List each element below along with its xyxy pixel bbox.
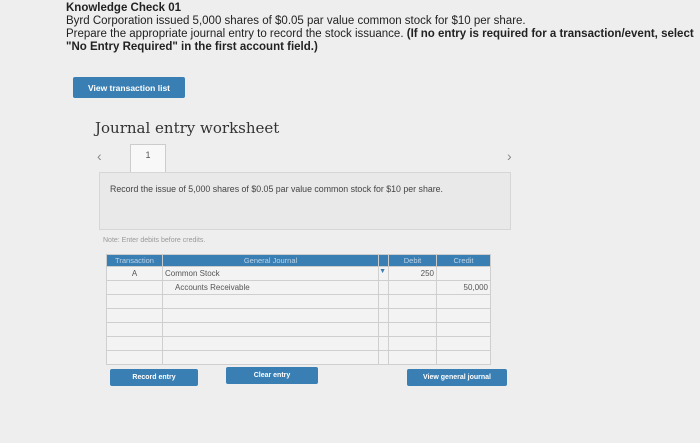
chevron-down-icon: ▼ — [379, 268, 387, 275]
account-dropdown[interactable]: ▼ — [378, 266, 389, 281]
transaction-cell — [106, 322, 163, 337]
question-text: Byrd Corporation issued 5,000 shares of … — [66, 15, 526, 27]
table-row — [106, 322, 491, 337]
account-dropdown[interactable] — [378, 294, 389, 309]
account-dropdown[interactable] — [378, 308, 389, 323]
account-select[interactable] — [162, 294, 379, 309]
prompt-text: Prepare the appropriate journal entry to… — [66, 28, 404, 40]
question-title: Knowledge Check 01 — [66, 2, 182, 14]
record-entry-button[interactable]: Record entry — [110, 369, 198, 386]
table-row: Accounts Receivable 50,000 — [106, 280, 491, 295]
table-row — [106, 336, 491, 351]
transaction-cell — [106, 294, 163, 309]
question-instructions: Prepare the appropriate journal entry to… — [66, 28, 696, 54]
account-select[interactable] — [162, 322, 379, 337]
account-select[interactable]: Accounts Receivable — [162, 280, 379, 295]
credit-input[interactable] — [436, 308, 491, 323]
table-row — [106, 294, 491, 309]
debit-input[interactable] — [388, 294, 437, 309]
transaction-cell — [106, 280, 163, 295]
clear-entry-button[interactable]: Clear entry — [226, 367, 318, 384]
transaction-cell — [106, 350, 163, 365]
journal-header-row: Transaction General Journal Debit Credit — [106, 254, 491, 267]
debit-input[interactable] — [388, 308, 437, 323]
transaction-cell: A — [106, 266, 163, 281]
account-dropdown[interactable] — [378, 336, 389, 351]
chevron-left-icon[interactable]: ‹ — [97, 148, 102, 164]
credit-input[interactable] — [436, 350, 491, 365]
account-select[interactable] — [162, 308, 379, 323]
transaction-description: Record the issue of 5,000 shares of $0.0… — [110, 184, 444, 194]
account-dropdown[interactable] — [378, 322, 389, 337]
tab-transaction-1[interactable]: 1 — [130, 144, 166, 172]
table-row: A Common Stock ▼ 250 — [106, 266, 491, 281]
credit-input[interactable] — [436, 266, 491, 281]
account-select[interactable]: Common Stock — [162, 266, 379, 281]
col-header-transaction: Transaction — [106, 254, 163, 267]
col-header-general-journal: General Journal — [162, 254, 379, 267]
credit-input[interactable]: 50,000 — [436, 280, 491, 295]
account-select[interactable] — [162, 350, 379, 365]
debit-input[interactable] — [388, 350, 437, 365]
account-select[interactable] — [162, 336, 379, 351]
debit-input[interactable] — [388, 336, 437, 351]
debit-input[interactable]: 250 — [388, 266, 437, 281]
credit-input[interactable] — [436, 294, 491, 309]
col-header-debit: Debit — [388, 254, 437, 267]
view-transaction-list-button[interactable]: View transaction list — [73, 77, 185, 98]
table-row — [106, 308, 491, 323]
debit-input[interactable] — [388, 322, 437, 337]
debit-input[interactable] — [388, 280, 437, 295]
credit-input[interactable] — [436, 322, 491, 337]
chevron-right-icon[interactable]: › — [507, 148, 512, 164]
transaction-cell — [106, 308, 163, 323]
debit-credit-note: Note: Enter debits before credits. — [103, 237, 206, 244]
worksheet-title: Journal entry worksheet — [95, 119, 280, 137]
table-row — [106, 350, 491, 365]
journal-table: Transaction General Journal Debit Credit… — [106, 254, 491, 365]
question-header: Knowledge Check 01 Byrd Corporation issu… — [66, 2, 696, 54]
view-general-journal-button[interactable]: View general journal — [407, 369, 507, 386]
credit-input[interactable] — [436, 336, 491, 351]
transaction-description-panel: Record the issue of 5,000 shares of $0.0… — [99, 172, 511, 230]
account-dropdown[interactable] — [378, 350, 389, 365]
col-header-credit: Credit — [436, 254, 491, 267]
col-header-spacer — [378, 254, 389, 267]
account-dropdown[interactable] — [378, 280, 389, 295]
transaction-cell — [106, 336, 163, 351]
